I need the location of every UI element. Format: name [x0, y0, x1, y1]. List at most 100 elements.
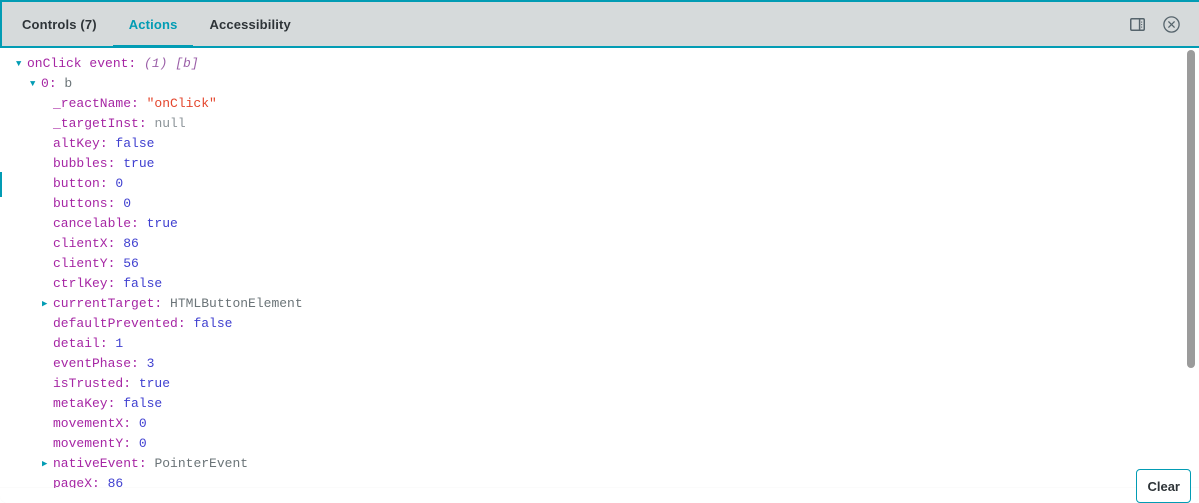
- log-row[interactable]: ▶movementY: 0: [2, 434, 1188, 454]
- log-row[interactable]: ▶button: 0: [2, 174, 1188, 194]
- tree-indent-spacer: ▶: [42, 314, 53, 334]
- log-key: nativeEvent: [53, 456, 139, 471]
- tab-label: Accessibility: [209, 16, 291, 32]
- panel-bottom-edge: [0, 488, 1199, 503]
- log-key: isTrusted: [53, 376, 124, 391]
- tabbar-spacer: [307, 2, 1127, 46]
- log-row[interactable]: ▶movementX: 0: [2, 414, 1188, 434]
- tree-indent-spacer: ▶: [42, 194, 53, 214]
- tree-indent-spacer: ▶: [42, 274, 53, 294]
- log-colon: :: [107, 156, 124, 171]
- log-key: movementX: [53, 416, 124, 431]
- log-key: defaultPrevented: [53, 316, 178, 331]
- log-key: clientY: [53, 256, 108, 271]
- log-colon: :: [138, 116, 155, 131]
- log-colon: :: [48, 76, 65, 91]
- log-row[interactable]: ▶altKey: false: [2, 134, 1188, 154]
- tabbar-actions: [1127, 2, 1199, 46]
- log-row[interactable]: ▶ currentTarget: HTMLButtonElement: [2, 294, 1188, 314]
- log-colon: :: [123, 376, 139, 391]
- log-value: "onClick": [146, 96, 217, 111]
- action-log[interactable]: ▼onClick event: (1) [b]▼0: b▶_reactName:…: [2, 48, 1188, 490]
- log-value: 3: [146, 356, 155, 371]
- chevron-right-icon[interactable]: ▶: [42, 294, 53, 314]
- log-row[interactable]: ▶ nativeEvent: PointerEvent: [2, 454, 1188, 474]
- chevron-right-icon[interactable]: ▶: [42, 454, 53, 474]
- chevron-down-icon[interactable]: ▼: [16, 54, 27, 74]
- clear-button[interactable]: Clear: [1136, 469, 1191, 503]
- tree-indent-spacer: ▶: [42, 234, 53, 254]
- log-row[interactable]: ▼ 0: b: [2, 74, 1188, 94]
- log-value: true: [138, 376, 171, 391]
- chevron-down-icon[interactable]: ▼: [30, 74, 41, 94]
- log-colon: :: [107, 276, 124, 291]
- log-value: 1: [115, 336, 124, 351]
- tree-indent-spacer: ▶: [42, 254, 53, 274]
- log-row[interactable]: ▶isTrusted: true: [2, 374, 1188, 394]
- tab-accessibility[interactable]: Accessibility: [193, 2, 306, 46]
- log-value: HTMLButtonElement: [170, 296, 303, 311]
- tree-indent-spacer: ▶: [42, 334, 53, 354]
- log-colon: :: [123, 416, 139, 431]
- log-row[interactable]: ▼ onClick event: (1) [b]: [2, 54, 1188, 74]
- log-colon: :: [128, 56, 145, 71]
- log-key: altKey: [53, 136, 100, 151]
- addon-tabbar: Controls (7) Actions Accessibility: [0, 0, 1199, 48]
- log-colon: :: [177, 316, 194, 331]
- log-row[interactable]: ▶ctrlKey: false: [2, 274, 1188, 294]
- tree-indent-spacer: ▶: [42, 214, 53, 234]
- log-colon: :: [99, 136, 116, 151]
- log-key: _reactName: [53, 96, 132, 111]
- log-value: true: [123, 156, 155, 171]
- log-value: 0: [138, 416, 147, 431]
- layout-panel-icon[interactable]: [1127, 14, 1147, 34]
- log-key: _targetInst: [53, 116, 139, 131]
- log-value: 56: [123, 256, 139, 271]
- log-colon: :: [154, 296, 171, 311]
- tab-list: Controls (7) Actions Accessibility: [2, 2, 307, 48]
- log-row[interactable]: ▶eventPhase: 3: [2, 354, 1188, 374]
- log-value: false: [123, 276, 163, 291]
- tab-label: Controls (7): [22, 16, 97, 32]
- vertical-scrollbar-thumb[interactable]: [1187, 50, 1195, 368]
- log-row[interactable]: ▶clientX: 86: [2, 234, 1188, 254]
- log-value: false: [115, 136, 155, 151]
- addon-panel: Controls (7) Actions Accessibility ▼ onC…: [0, 0, 1199, 503]
- log-row[interactable]: ▶buttons: 0: [2, 194, 1188, 214]
- log-colon: :: [107, 236, 124, 251]
- log-row[interactable]: ▶detail: 1: [2, 334, 1188, 354]
- log-key: metaKey: [53, 396, 108, 411]
- log-key: detail: [53, 336, 100, 351]
- log-colon: :: [131, 356, 147, 371]
- log-value: 0: [115, 176, 124, 191]
- log-key: onClick event: [27, 56, 129, 71]
- log-row[interactable]: ▶_targetInst: null: [2, 114, 1188, 134]
- log-value: PointerEvent: [154, 456, 249, 471]
- log-row[interactable]: ▶clientY: 56: [2, 254, 1188, 274]
- tab-controls[interactable]: Controls (7): [2, 2, 113, 46]
- log-key: movementY: [53, 436, 124, 451]
- close-circle-icon[interactable]: [1161, 14, 1181, 34]
- tree-indent-spacer: ▶: [42, 154, 53, 174]
- log-key: currentTarget: [53, 296, 155, 311]
- tree-indent-spacer: ▶: [42, 414, 53, 434]
- log-key: buttons: [53, 196, 108, 211]
- log-row[interactable]: ▶_reactName: "onClick": [2, 94, 1188, 114]
- log-row[interactable]: ▶bubbles: true: [2, 154, 1188, 174]
- tree-indent-spacer: ▶: [42, 134, 53, 154]
- log-colon: :: [99, 336, 116, 351]
- log-value: 86: [123, 236, 139, 251]
- log-row[interactable]: ▶defaultPrevented: false: [2, 314, 1188, 334]
- log-colon: :: [107, 396, 124, 411]
- log-value: false: [123, 396, 163, 411]
- log-value: (1) [b]: [144, 56, 199, 71]
- log-row[interactable]: ▶cancelable: true: [2, 214, 1188, 234]
- log-value: false: [193, 316, 233, 331]
- log-colon: :: [131, 96, 147, 111]
- log-value: 0: [123, 196, 132, 211]
- tree-indent-spacer: ▶: [42, 174, 53, 194]
- tree-indent-spacer: ▶: [42, 394, 53, 414]
- tab-actions[interactable]: Actions: [112, 2, 194, 48]
- log-row[interactable]: ▶metaKey: false: [2, 394, 1188, 414]
- tree-indent-spacer: ▶: [42, 114, 53, 134]
